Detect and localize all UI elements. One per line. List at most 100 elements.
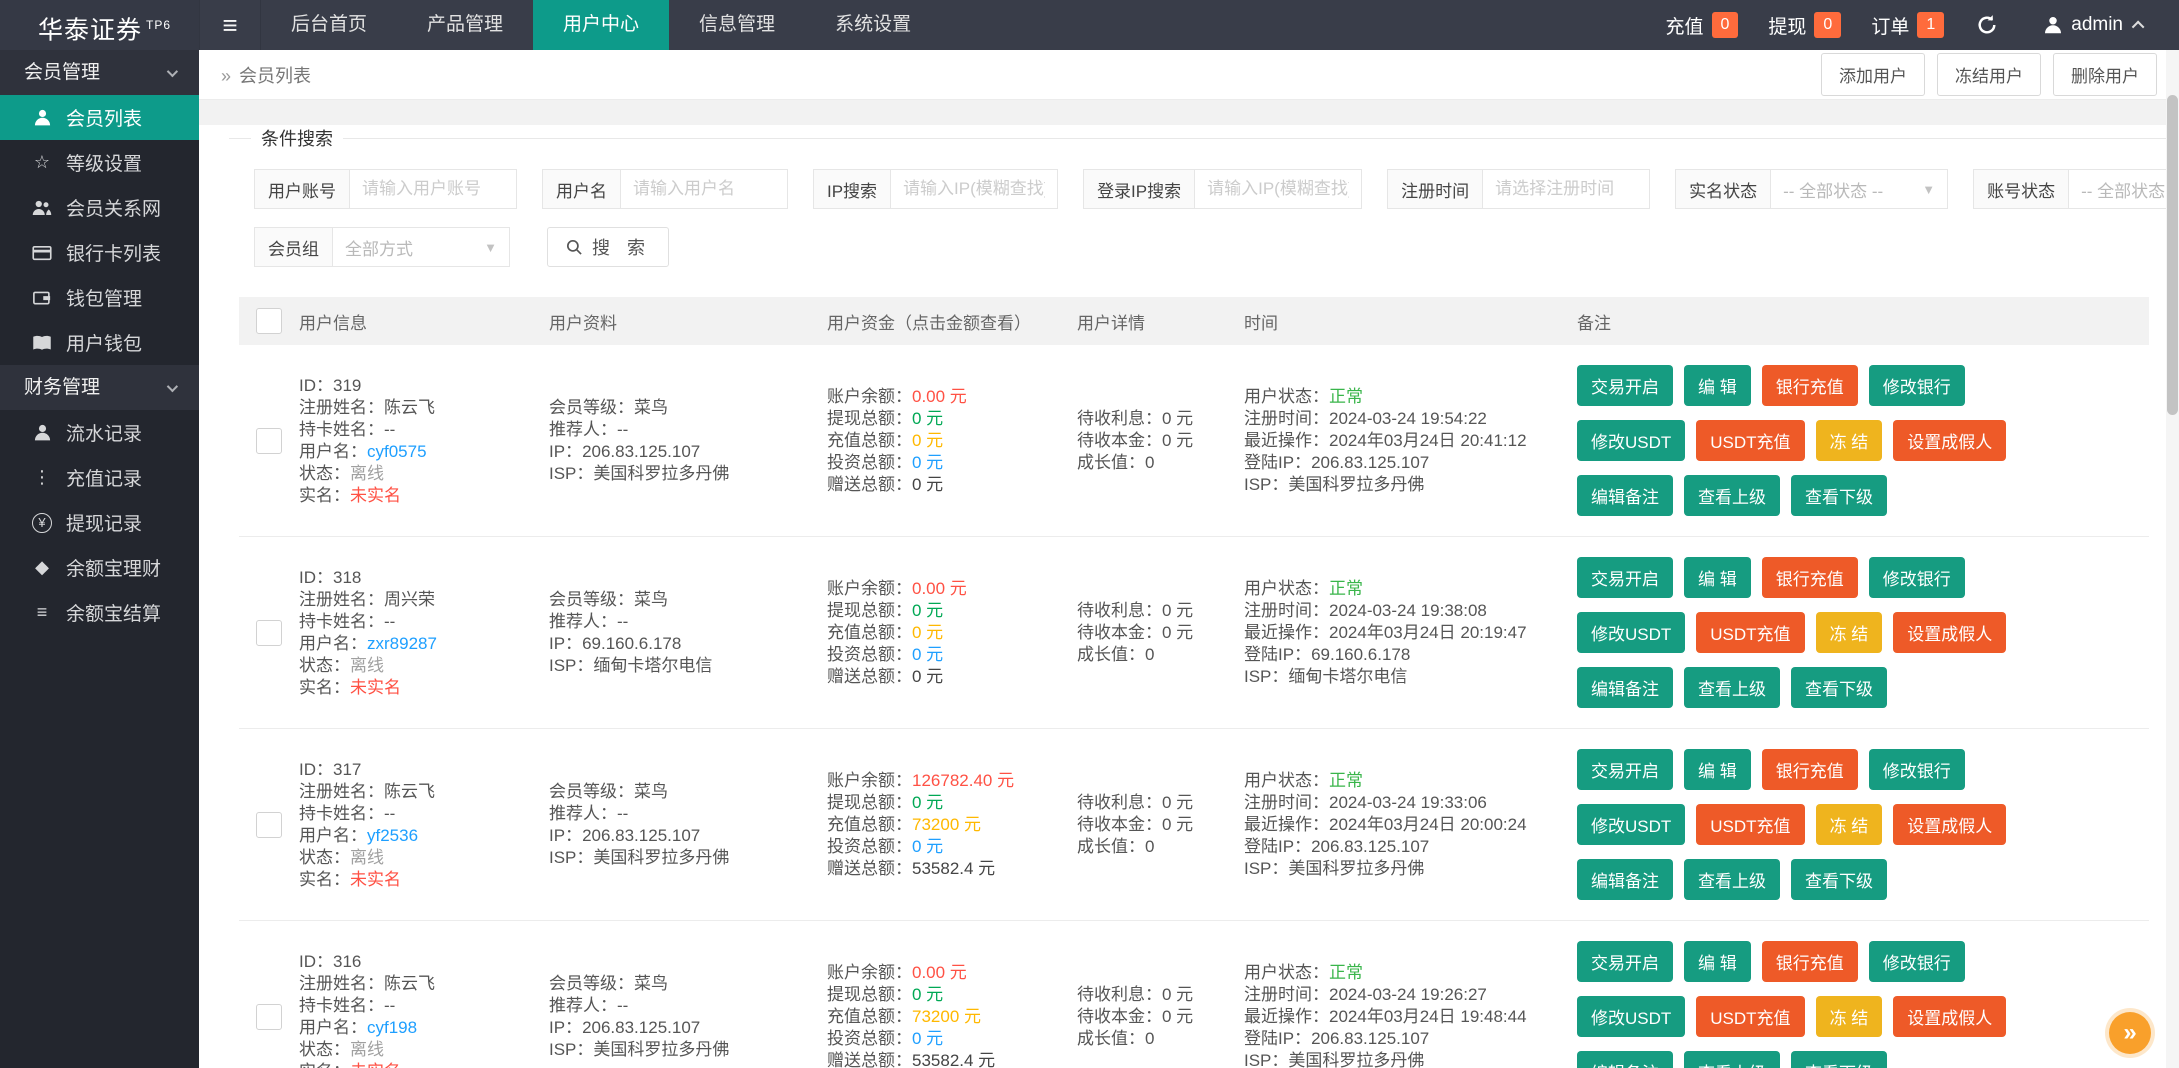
trade-toggle-button[interactable]: 交易开启 [1577,749,1673,790]
withdraw-amount[interactable]: 0 元 [912,409,943,428]
ip-input[interactable] [890,169,1058,209]
edit-note-button[interactable]: 编辑备注 [1577,859,1673,900]
bank-recharge-button[interactable]: 银行充值 [1762,941,1858,982]
edit-button[interactable]: 编 辑 [1684,557,1751,598]
delete-user-button[interactable]: 删除用户 [2053,53,2157,96]
order-menu-item[interactable]: 订单1 [1871,12,1944,39]
sidebar-item-flow-records[interactable]: 流水记录 [0,410,199,455]
nav-item-products[interactable]: 产品管理 [397,0,533,50]
invest-amount[interactable]: 0 元 [912,453,943,472]
edit-bank-button[interactable]: 修改银行 [1869,749,1965,790]
edit-button[interactable]: 编 辑 [1684,941,1751,982]
nav-item-info[interactable]: 信息管理 [669,0,805,50]
edit-button[interactable]: 编 辑 [1684,365,1751,406]
nav-item-home[interactable]: 后台首页 [261,0,397,50]
row-checkbox[interactable] [256,428,282,454]
recharge-amount[interactable]: 0 元 [912,623,943,642]
edit-button[interactable]: 编 辑 [1684,749,1751,790]
sidebar-item-bank-card-list[interactable]: 银行卡列表 [0,230,199,275]
view-upline-button[interactable]: 查看上级 [1684,667,1780,708]
gift-amount[interactable]: 0 元 [912,667,943,686]
freeze-button[interactable]: 冻 结 [1816,420,1883,461]
invest-amount[interactable]: 0 元 [912,1029,943,1048]
edit-note-button[interactable]: 编辑备注 [1577,475,1673,516]
username-link[interactable]: cyf0575 [367,442,427,461]
edit-bank-button[interactable]: 修改银行 [1869,557,1965,598]
invest-amount[interactable]: 0 元 [912,837,943,856]
sidebar-item-user-wallet[interactable]: 用户钱包 [0,320,199,365]
trade-toggle-button[interactable]: 交易开启 [1577,557,1673,598]
add-user-button[interactable]: 添加用户 [1821,53,1925,96]
sidebar-item-withdraw-records[interactable]: ¥提现记录 [0,500,199,545]
invest-amount[interactable]: 0 元 [912,645,943,664]
edit-bank-button[interactable]: 修改银行 [1869,365,1965,406]
recharge-amount[interactable]: 73200 元 [912,1007,981,1026]
reg-time-input[interactable] [1482,169,1650,209]
realname-status-select[interactable]: -- 全部状态 --▼ [1770,169,1948,209]
login-ip-input[interactable] [1194,169,1362,209]
usdt-recharge-button[interactable]: USDT充值 [1696,420,1804,461]
set-fake-button[interactable]: 设置成假人 [1893,996,2006,1037]
nav-item-user-center[interactable]: 用户中心 [533,0,669,50]
view-downline-button[interactable]: 查看下级 [1791,667,1887,708]
trade-toggle-button[interactable]: 交易开启 [1577,941,1673,982]
usdt-recharge-button[interactable]: USDT充值 [1696,996,1804,1037]
scrollbar-thumb[interactable] [2167,95,2178,415]
recharge-amount[interactable]: 73200 元 [912,815,981,834]
recharge-menu-item[interactable]: 充值0 [1665,12,1738,39]
view-upline-button[interactable]: 查看上级 [1684,475,1780,516]
set-fake-button[interactable]: 设置成假人 [1893,804,2006,845]
gift-amount[interactable]: 53582.4 元 [912,1051,995,1068]
row-checkbox[interactable] [256,1004,282,1030]
username-link[interactable]: zxr89287 [367,634,437,653]
usdt-recharge-button[interactable]: USDT充值 [1696,612,1804,653]
view-upline-button[interactable]: 查看上级 [1684,1051,1780,1068]
sidebar-item-yuebao-settle[interactable]: ≡余额宝结算 [0,590,199,635]
edit-usdt-button[interactable]: 修改USDT [1577,420,1685,461]
account-status-select[interactable]: -- 全部状态 --▼ [2068,169,2179,209]
edit-bank-button[interactable]: 修改银行 [1869,941,1965,982]
freeze-button[interactable]: 冻 结 [1816,804,1883,845]
sidebar-item-member-network[interactable]: 会员关系网 [0,185,199,230]
gift-amount[interactable]: 0 元 [912,475,943,494]
edit-usdt-button[interactable]: 修改USDT [1577,612,1685,653]
balance-amount[interactable]: 126782.40 元 [912,771,1014,790]
row-checkbox[interactable] [256,620,282,646]
recharge-amount[interactable]: 0 元 [912,431,943,450]
bank-recharge-button[interactable]: 银行充值 [1762,365,1858,406]
row-checkbox[interactable] [256,812,282,838]
edit-usdt-button[interactable]: 修改USDT [1577,996,1685,1037]
sidebar-item-member-list[interactable]: 会员列表 [0,95,199,140]
select-all-checkbox[interactable] [256,308,282,334]
usdt-recharge-button[interactable]: USDT充值 [1696,804,1804,845]
nav-item-system[interactable]: 系统设置 [805,0,941,50]
withdraw-menu-item[interactable]: 提现0 [1768,12,1841,39]
username-link[interactable]: yf2536 [367,826,418,845]
sidebar-group-members[interactable]: 会员管理 [0,50,199,95]
sidebar-item-level-settings[interactable]: ☆等级设置 [0,140,199,185]
gift-amount[interactable]: 53582.4 元 [912,859,995,878]
user-menu[interactable]: admin [2043,14,2144,36]
trade-toggle-button[interactable]: 交易开启 [1577,365,1673,406]
freeze-button[interactable]: 冻 结 [1816,996,1883,1037]
view-upline-button[interactable]: 查看上级 [1684,859,1780,900]
edit-note-button[interactable]: 编辑备注 [1577,667,1673,708]
view-downline-button[interactable]: 查看下级 [1791,859,1887,900]
balance-amount[interactable]: 0.00 元 [912,579,967,598]
account-input[interactable] [349,169,517,209]
freeze-button[interactable]: 冻 结 [1816,612,1883,653]
floating-action-button[interactable]: » [2109,1012,2151,1054]
withdraw-amount[interactable]: 0 元 [912,985,943,1004]
member-group-select[interactable]: 全部方式▼ [332,227,510,267]
search-button[interactable]: 搜 索 [547,227,669,267]
refresh-icon[interactable] [1976,14,1998,36]
menu-toggle-icon[interactable]: ≡ [199,0,261,50]
withdraw-amount[interactable]: 0 元 [912,601,943,620]
username-link[interactable]: cyf198 [367,1018,417,1037]
sidebar-item-wallet-management[interactable]: 钱包管理 [0,275,199,320]
set-fake-button[interactable]: 设置成假人 [1893,612,2006,653]
withdraw-amount[interactable]: 0 元 [912,793,943,812]
bank-recharge-button[interactable]: 银行充值 [1762,749,1858,790]
set-fake-button[interactable]: 设置成假人 [1893,420,2006,461]
username-input[interactable] [620,169,788,209]
